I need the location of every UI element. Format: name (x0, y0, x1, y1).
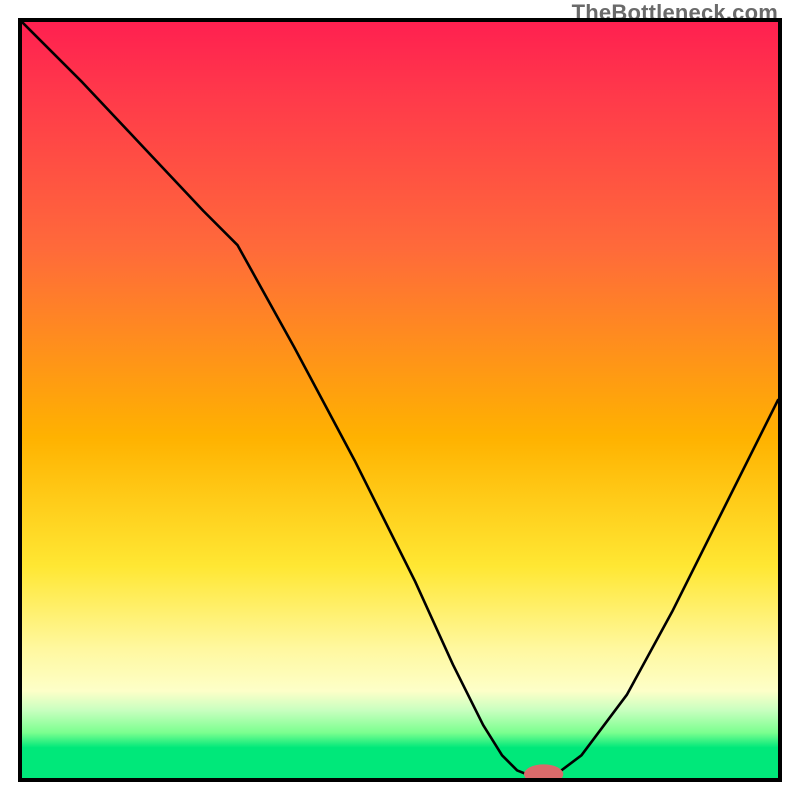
minimum-marker (524, 764, 563, 778)
bottleneck-curve (22, 22, 778, 778)
chart-svg (22, 22, 778, 778)
chart-container: TheBottleneck.com (0, 0, 800, 800)
plot-area (18, 18, 782, 782)
